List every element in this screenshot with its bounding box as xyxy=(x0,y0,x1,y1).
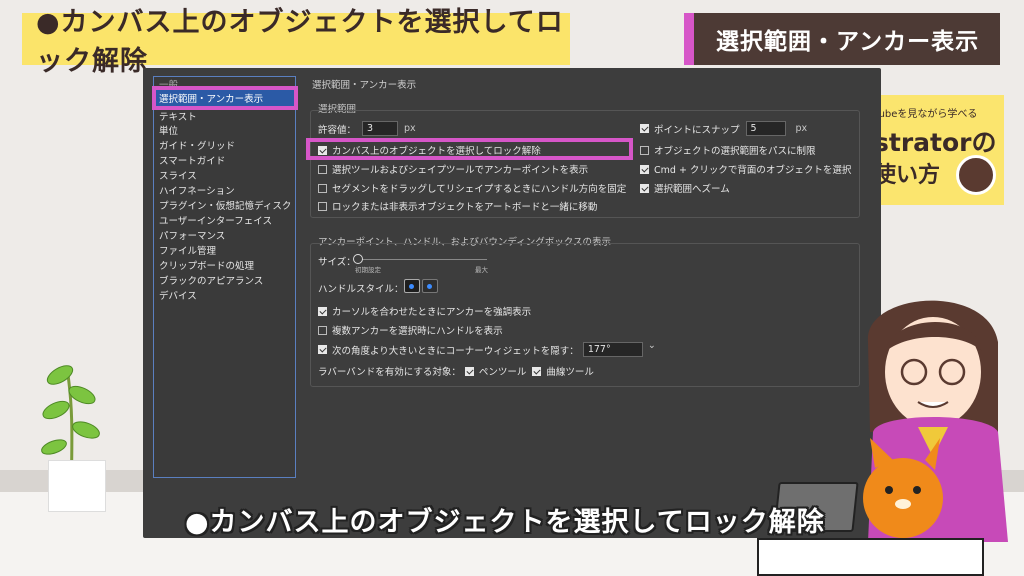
section-accent xyxy=(684,13,694,65)
size-slider-track[interactable] xyxy=(356,259,487,260)
show-handles-checkbox[interactable] xyxy=(318,325,327,335)
snap-unit: px xyxy=(795,123,808,134)
rubberband-label: ラバーバンドを有効にする対象： xyxy=(318,367,461,378)
sidebar-item-clipboard[interactable]: クリップボードの処理 xyxy=(159,258,254,272)
sidebar-item-label: 選択範囲・アンカー表示 xyxy=(159,94,264,105)
logo-tagline: Tubeを見ながら学べる xyxy=(874,109,978,120)
hide-corner-widget-label: 次の角度より大きいときにコーナーウィジェットを隠す： xyxy=(332,345,579,357)
size-max-label: 最大 xyxy=(475,266,488,274)
logo-title-suffix: の xyxy=(971,128,997,157)
cmd-click-checkbox[interactable] xyxy=(640,164,649,174)
handle-direction-label: セグメントをドラッグしてリシェイプするときにハンドル方向を固定 xyxy=(332,184,627,195)
option-show-anchors[interactable]: 選択ツールおよびシェイプツールでアンカーポイントを表示 xyxy=(318,162,588,176)
handle-style-label: ハンドルスタイル： xyxy=(318,284,404,295)
limit-to-paths-checkbox[interactable] xyxy=(640,145,649,155)
move-locked-checkbox[interactable] xyxy=(318,201,327,211)
title-banner-text: ●カンバス上のオブジェクトを選択してロック解除 xyxy=(36,7,564,77)
snap-input[interactable]: 5 xyxy=(745,121,786,136)
sidebar-item-devices[interactable]: デバイス xyxy=(159,288,197,302)
channel-logo-card: Tubeを見ながら学べる stratorの 使い方 xyxy=(860,95,1004,205)
section-banner-text: 選択範囲・アンカー表示 xyxy=(716,29,980,55)
sidebar-item-file-handling[interactable]: ファイル管理 xyxy=(159,243,216,257)
size-slider-knob[interactable] xyxy=(353,254,363,264)
move-locked-label: ロックまたは非表示オブジェクトをアートボードと一緒に移動 xyxy=(332,202,598,213)
option-limit-to-paths[interactable]: オブジェクトの選択範囲をパスに制限 xyxy=(640,143,816,157)
tolerance-input[interactable]: 3 xyxy=(362,121,399,136)
snap-checkbox[interactable] xyxy=(640,124,649,133)
sidebar-item-performance[interactable]: パフォーマンス xyxy=(159,228,225,242)
sidebar-item-black-appearance[interactable]: ブラックのアピアランス xyxy=(159,273,263,287)
sidebar-item-units[interactable]: 単位 xyxy=(159,123,178,137)
logo-title: strator xyxy=(874,128,972,157)
tolerance-unit: px xyxy=(404,123,416,134)
option-zoom-to-selection[interactable]: 選択範囲へズーム xyxy=(640,181,730,195)
show-anchors-checkbox[interactable] xyxy=(318,164,327,174)
sidebar-item-plugins[interactable]: プラグイン・仮想記憶ディスク xyxy=(159,198,291,212)
pen-tool-label: ペンツール xyxy=(478,367,527,378)
option-handle-direction[interactable]: セグメントをドラッグしてリシェイプするときにハンドル方向を固定 xyxy=(318,181,626,195)
orange-mascot-illustration xyxy=(863,438,943,538)
panel-title: 選択範囲・アンカー表示 xyxy=(312,80,417,91)
sidebar-item-hyphenation[interactable]: ハイフネーション xyxy=(159,183,235,197)
show-handles-label: 複数アンカーを選択時にハンドルを表示 xyxy=(332,326,503,337)
plant-pot xyxy=(48,460,106,512)
highlight-anchor-checkbox[interactable] xyxy=(318,306,327,316)
sidebar-item-guides-grid[interactable]: ガイド・グリッド xyxy=(159,138,235,152)
highlight-anchor-label: カーソルを合わせたときにアンカーを強調表示 xyxy=(332,307,532,318)
subtitle-caption: ●カンバス上のオブジェクトを選択してロック解除 xyxy=(185,507,825,538)
option-hide-corner-widget[interactable]: 次の角度より大きいときにコーナーウィジェットを隠す： 177° xyxy=(318,340,656,357)
cmd-click-label: Cmd + クリックで背面のオブジェクトを選択 xyxy=(654,165,852,176)
highlight-frame xyxy=(306,138,633,160)
sidebar-item-slices[interactable]: スライス xyxy=(159,168,197,182)
limit-to-paths-label: オブジェクトの選択範囲をパスに制限 xyxy=(654,146,816,157)
hide-corner-widget-checkbox[interactable] xyxy=(318,345,327,354)
title-banner: ●カンバス上のオブジェクトを選択してロック解除 xyxy=(22,7,570,77)
sidebar-item-text[interactable]: テキスト xyxy=(159,109,197,123)
sidebar-item-selection-anchor[interactable]: 選択範囲・アンカー表示 xyxy=(152,86,298,110)
size-min-label: 初期設定 xyxy=(355,266,381,274)
tolerance-label: 許容値： xyxy=(318,124,357,136)
logo-subtitle: 使い方 xyxy=(874,163,941,188)
handle-style-solid-button[interactable] xyxy=(404,279,420,293)
option-highlight-anchor[interactable]: カーソルを合わせたときにアンカーを強調表示 xyxy=(318,304,531,318)
handle-style-hollow-button[interactable] xyxy=(422,279,438,293)
snap-row: ポイントにスナップ 5 px xyxy=(640,121,807,136)
tolerance-row: 許容値： 3 px xyxy=(318,121,416,136)
curve-tool-label: 曲線ツール xyxy=(546,367,594,378)
angle-dropdown[interactable]: 177° xyxy=(582,340,656,357)
show-anchors-label: 選択ツールおよびシェイプツールでアンカーポイントを表示 xyxy=(332,165,589,176)
sidebar-item-ui[interactable]: ユーザーインターフェイス xyxy=(159,213,272,227)
zoom-to-selection-label: 選択範囲へズーム xyxy=(654,184,730,195)
option-cmd-click[interactable]: Cmd + クリックで背面のオブジェクトを選択 xyxy=(640,162,851,176)
size-label: サイズ： xyxy=(318,257,356,268)
curve-tool-checkbox[interactable] xyxy=(532,366,542,376)
pen-tool-checkbox[interactable] xyxy=(464,366,474,376)
logo-avatar xyxy=(956,155,996,195)
rubberband-row: ラバーバンドを有効にする対象： ペンツール 曲線ツール xyxy=(318,364,594,378)
handle-direction-checkbox[interactable] xyxy=(318,183,327,193)
snap-label: ポイントにスナップ xyxy=(654,124,740,136)
option-show-handles[interactable]: 複数アンカーを選択時にハンドルを表示 xyxy=(318,323,503,337)
desk-illustration xyxy=(757,538,984,576)
sidebar-item-smart-guides[interactable]: スマートガイド xyxy=(159,153,225,167)
option-move-locked[interactable]: ロックまたは非表示オブジェクトをアートボードと一緒に移動 xyxy=(318,199,597,213)
section-banner: 選択範囲・アンカー表示 xyxy=(684,13,1000,65)
zoom-to-selection-checkbox[interactable] xyxy=(640,183,649,193)
